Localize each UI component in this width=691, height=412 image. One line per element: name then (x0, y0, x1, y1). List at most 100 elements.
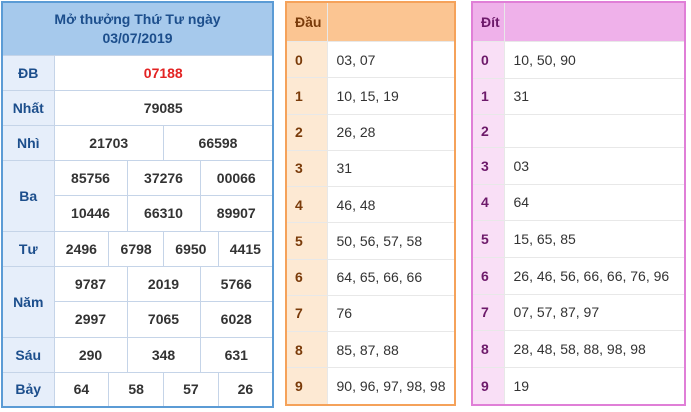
prize-number: 85756 (53, 159, 128, 196)
loto-tail-digit: 2 (471, 114, 505, 149)
dit-title: Đít (471, 1, 505, 42)
prize-row-nhat: Nhất 79085 (1, 89, 274, 126)
loto-tail-digit: 0 (471, 41, 505, 79)
prize-row-sau: Sáu 290 348 631 (1, 336, 274, 373)
loto-values: 85, 87, 88 (326, 330, 456, 369)
prize-number: 66310 (126, 194, 201, 232)
dau-title: Đầu (285, 1, 328, 42)
loto-row: 8 28, 48, 58, 88, 98, 98 (471, 330, 686, 368)
results-title: Mở thưởng Thứ Tư ngày 03/07/2019 (1, 1, 274, 56)
prize-label: Sáu (1, 336, 55, 373)
prize-row-db: ĐB 07188 (1, 54, 274, 91)
prize-number: 348 (126, 336, 201, 373)
loto-values: 10, 15, 19 (326, 77, 456, 115)
loto-values: 46, 48 (326, 185, 456, 224)
loto-values: 03 (503, 147, 686, 185)
loto-values: 03, 07 (326, 40, 456, 79)
prize-number: 37276 (126, 159, 201, 196)
prize-number: 290 (53, 336, 128, 373)
loto-head-digit: 8 (285, 330, 328, 369)
loto-row: 6 64, 65, 66, 66 (285, 258, 456, 296)
loto-values: 19 (503, 366, 686, 406)
loto-row: 1 10, 15, 19 (285, 77, 456, 115)
dit-title-filler (503, 1, 686, 42)
loto-row: 9 90, 96, 97, 98, 98 (285, 367, 456, 406)
prize-label: Bảy (1, 371, 55, 408)
loto-values: 31 (326, 149, 456, 188)
loto-head-digit: 3 (285, 149, 328, 188)
prize-number: 66598 (163, 124, 274, 161)
loto-values: 76 (326, 294, 456, 333)
prize-number: 9787 (53, 265, 128, 302)
prize-number: 26 (217, 371, 274, 408)
loto-row: 0 03, 07 (285, 40, 456, 79)
loto-tail-digit: 8 (471, 330, 505, 368)
loto-tail-digit: 9 (471, 366, 505, 406)
prize-label: Năm (1, 265, 55, 338)
prize-number: 2496 (53, 230, 110, 267)
loto-row: 4 46, 48 (285, 185, 456, 224)
loto-values: 90, 96, 97, 98, 98 (326, 367, 456, 406)
loto-values: 28, 48, 58, 88, 98, 98 (503, 330, 686, 368)
prize-row-nam: Năm 9787 2019 5766 (1, 265, 274, 338)
prize-row-tu: Tư 2496 6798 6950 4415 (1, 230, 274, 267)
prize-number: 5766 (199, 265, 274, 302)
prize-number: 79085 (53, 89, 274, 126)
prize-number: 2019 (126, 265, 201, 302)
loto-head-digit: 0 (285, 40, 328, 79)
prize-label: Nhất (1, 89, 55, 126)
loto-row: 5 15, 65, 85 (471, 220, 686, 258)
dau-title-filler (326, 1, 456, 42)
prize-number: 00066 (199, 159, 274, 196)
results-title-date: 03/07/2019 (102, 29, 173, 46)
loto-values: 26, 28 (326, 113, 456, 151)
loto-tail-digit: 4 (471, 183, 505, 222)
loto-head-digit: 6 (285, 258, 328, 296)
prize-row-ba: Ba 85756 37276 00066 (1, 159, 274, 232)
prize-label: Tư (1, 230, 55, 267)
prize-number: 58 (108, 371, 164, 408)
prize-number: 6798 (108, 230, 164, 267)
loto-tail-digit: 5 (471, 220, 505, 258)
loto-tail-digit: 3 (471, 147, 505, 185)
lottery-results-table: Mở thưởng Thứ Tư ngày 03/07/2019 ĐB 0718… (1, 1, 275, 408)
loto-head-digit: 4 (285, 185, 328, 224)
prize-number: 631 (199, 336, 274, 373)
loto-values: 26, 46, 56, 66, 66, 76, 96 (503, 256, 686, 295)
loto-head-digit: 1 (285, 77, 328, 115)
loto-tail-digit: 7 (471, 293, 505, 332)
loto-tail-digit: 1 (471, 77, 505, 116)
prize-row-nhi: Nhì 21703 66598 (1, 124, 274, 161)
loto-row: 4 64 (471, 183, 686, 222)
loto-row: 7 76 (285, 294, 456, 333)
loto-tail-digit: 6 (471, 256, 505, 295)
prize-label: ĐB (1, 54, 55, 91)
loto-head-digit: 9 (285, 367, 328, 406)
loto-values: 64, 65, 66, 66 (326, 258, 456, 296)
loto-row: 2 (471, 114, 686, 149)
results-title-line1: Mở thưởng Thứ Tư ngày (54, 10, 221, 27)
prize-number: 2997 (53, 300, 128, 338)
prize-number: 64 (53, 371, 110, 408)
loto-values: 64 (503, 183, 686, 222)
prize-number: 57 (163, 371, 219, 408)
prize-number: 21703 (53, 124, 164, 161)
loto-head-digit: 2 (285, 113, 328, 151)
prize-number: 6950 (163, 230, 219, 267)
prize-number: 6028 (199, 300, 274, 338)
loto-dau-table: Đầu 0 03, 07 1 10, 15, 19 2 26, 28 3 31 4 46,… (285, 1, 456, 406)
loto-row: 8 85, 87, 88 (285, 330, 456, 369)
loto-values: 31 (503, 77, 686, 116)
loto-row: 3 31 (285, 149, 456, 188)
loto-dit-table: Đít 0 10, 50, 90 1 31 2 3 03 4 64 5 15, 65, 8… (471, 1, 686, 406)
loto-row: 0 10, 50, 90 (471, 41, 686, 79)
loto-values: 15, 65, 85 (503, 220, 686, 258)
prize-number: 10446 (53, 194, 128, 232)
loto-row: 3 03 (471, 147, 686, 185)
loto-head-digit: 7 (285, 294, 328, 333)
loto-row: 5 50, 56, 57, 58 (285, 222, 456, 260)
prize-label: Ba (1, 159, 55, 232)
loto-values: 10, 50, 90 (503, 41, 686, 79)
loto-values (503, 114, 686, 149)
loto-row: 6 26, 46, 56, 66, 66, 76, 96 (471, 256, 686, 295)
